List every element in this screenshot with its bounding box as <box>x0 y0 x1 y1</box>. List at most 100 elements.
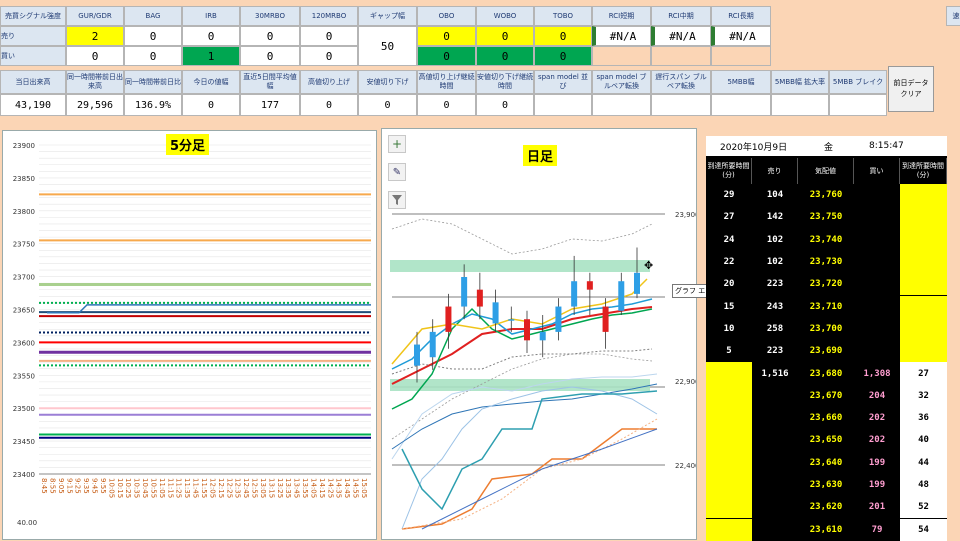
order-book-t2-cell <box>900 317 947 341</box>
obo-sell-cell[interactable]: 0 <box>534 26 592 46</box>
order-book-sell-cell <box>752 407 798 430</box>
sell-value-cell[interactable]: 0 <box>182 26 240 46</box>
chart-filter-icon[interactable] <box>388 191 406 209</box>
order-book-buy-cell: 204 <box>854 384 900 407</box>
chart-5min-panel[interactable]: 23900 23850 23800 23750 23700 23650 23600 23550… <box>2 130 377 540</box>
order-book-t2-cell: 32 <box>900 384 947 407</box>
order-book-t2-cell: 40 <box>900 429 947 452</box>
obo-sell-cell[interactable]: 0 <box>417 26 476 46</box>
metric-header-cell: 高値切り上げ継続時間 <box>417 70 476 94</box>
order-book-header-cell: 買い <box>854 158 900 184</box>
metric-value-cell[interactable]: 0 <box>476 94 534 116</box>
y-tick-label: 23800 <box>13 208 35 216</box>
order-book-sell-cell <box>752 384 798 407</box>
order-book-buy-cell <box>854 295 900 318</box>
order-book-price-cell: 23,750 <box>798 206 854 229</box>
order-book-t2-cell <box>900 206 947 229</box>
order-book-sell-cell: 223 <box>752 340 798 363</box>
header-cell: BAG <box>124 6 182 26</box>
rci-empty-cell <box>592 46 651 66</box>
header-cell: WOBO <box>476 6 534 26</box>
rci-value-cell[interactable]: #N/A <box>592 26 651 46</box>
metric-header-cell: 今日の値幅 <box>182 70 240 94</box>
chart-5min-title: 5分足 <box>166 134 210 155</box>
header-cell: RCI短期 <box>592 6 651 26</box>
order-book-t1-cell: 24 <box>706 228 752 251</box>
metric-value-cell[interactable]: 0 <box>182 94 240 116</box>
order-book: 2020年10月9日 金 8:15:47 到達所要時間(分) 売り 気配値 買い 到達所… <box>706 136 947 541</box>
metric-value-cell[interactable]: 29,596 <box>66 94 124 116</box>
buy-value-cell[interactable]: 0 <box>66 46 124 66</box>
order-book-sell-cell: 104 <box>752 184 798 207</box>
x-tick-label: 14:45 <box>343 478 351 498</box>
chart-daily-panel[interactable]: 23,90022,90022,400✥ 日足 + ✎ グラフ エリア <box>381 128 723 540</box>
order-book-price-cell: 23,630 <box>798 473 854 497</box>
order-book-sell-cell <box>752 429 798 452</box>
order-book-price-cell: 23,610 <box>798 518 854 541</box>
order-book-header-cell: 売り <box>752 158 798 184</box>
order-book-t1-cell <box>706 384 752 407</box>
candle-body <box>555 306 562 332</box>
x-tick-label: 10:15 <box>116 478 124 498</box>
buy-value-cell[interactable]: 0 <box>124 46 182 66</box>
metric-value-cell[interactable]: 0 <box>300 94 358 116</box>
clear-previous-day-button[interactable]: 前日データクリア <box>888 66 934 112</box>
chart-style-brush-icon[interactable]: ✎ <box>388 163 406 181</box>
add-element-icon[interactable]: + <box>388 135 406 153</box>
candle-body <box>429 331 436 358</box>
metric-value-cell[interactable]: 177 <box>240 94 300 116</box>
obo-buy-cell[interactable]: 0 <box>476 46 534 66</box>
obo-buy-cell[interactable]: 0 <box>417 46 476 66</box>
x-tick-label: 11:05 <box>158 478 166 498</box>
candle-body <box>445 306 452 332</box>
candle-body <box>524 319 530 341</box>
sell-value-cell[interactable]: 0 <box>124 26 182 46</box>
metric-value-cell[interactable]: 136.9% <box>124 94 182 116</box>
candle-body <box>476 289 483 307</box>
header-cell: OBO <box>417 6 476 26</box>
order-book-buy-cell: 1,308 <box>854 362 900 385</box>
order-book-price-cell: 23,620 <box>798 496 854 519</box>
rci-value-cell[interactable]: #N/A <box>651 26 711 46</box>
gap-value-cell[interactable]: 50 <box>358 26 417 66</box>
metric-value-cell <box>711 94 771 116</box>
y-tick-label: 22,400 <box>675 462 696 470</box>
order-book-header-cell: 到達所要時間(分) <box>706 158 752 184</box>
x-tick-label: 9:25 <box>74 478 82 494</box>
candle-body <box>414 344 420 366</box>
x-tick-label: 13:05 <box>259 478 267 498</box>
metric-value-cell[interactable]: 43,190 <box>0 94 66 116</box>
order-book-t1-cell: 20 <box>706 273 752 296</box>
candle-body <box>634 272 640 294</box>
buy-value-cell[interactable]: 1 <box>182 46 240 66</box>
order-book-t1-cell <box>706 362 752 385</box>
y-tick-label: 23400 <box>13 471 35 479</box>
buy-value-cell[interactable]: 0 <box>240 46 300 66</box>
metric-value-cell[interactable]: 0 <box>358 94 417 116</box>
order-book-t1-cell: 27 <box>706 206 752 229</box>
order-book-sell-cell <box>752 518 798 541</box>
metric-header-cell: 安値切り下げ継続時間 <box>476 70 534 94</box>
order-book-t1-cell <box>706 473 752 497</box>
header-cell: 30MRBO <box>240 6 300 26</box>
metric-value-cell <box>592 94 651 116</box>
metric-header-cell: 安値切り下げ <box>358 70 417 94</box>
metric-value-cell[interactable]: 0 <box>417 94 476 116</box>
x-tick-label: 15:05 <box>360 478 368 498</box>
rci-value-cell[interactable]: #N/A <box>711 26 771 46</box>
sell-value-cell[interactable]: 2 <box>66 26 124 46</box>
obo-buy-cell[interactable]: 0 <box>534 46 592 66</box>
metric-header-cell: 直近5日間平均値幅 <box>240 70 300 94</box>
y-tick-label: 23700 <box>13 274 35 282</box>
obo-sell-cell[interactable]: 0 <box>476 26 534 46</box>
buy-value-cell[interactable]: 0 <box>300 46 358 66</box>
order-book-buy-cell <box>854 340 900 363</box>
order-book-t2-cell: 52 <box>900 496 947 519</box>
order-book-price-cell: 23,670 <box>798 384 854 407</box>
x-tick-label: 12:15 <box>217 478 225 498</box>
candle-body <box>618 281 625 311</box>
order-book-t1-cell <box>706 518 752 541</box>
sell-value-cell[interactable]: 0 <box>240 26 300 46</box>
x-tick-label: 13:35 <box>284 478 292 498</box>
sell-value-cell[interactable]: 0 <box>300 26 358 46</box>
